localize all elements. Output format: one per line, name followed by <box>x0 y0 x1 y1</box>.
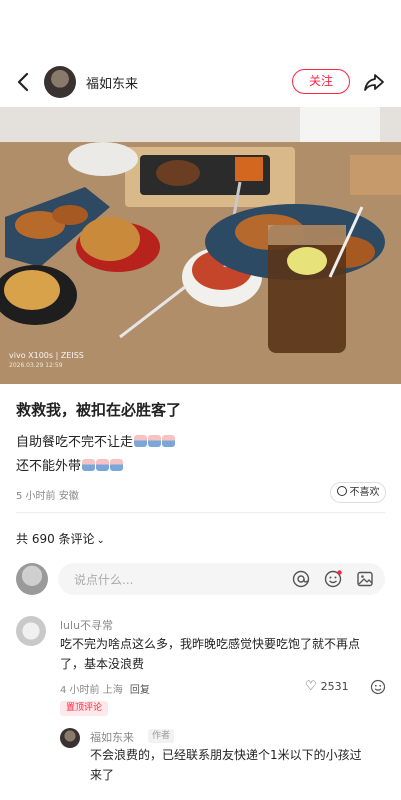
crying-emoji-icon <box>162 435 176 447</box>
reply-text: 不会浪费的，已经联系朋友快递个1米以下的小孩过 <box>90 748 362 762</box>
emoji-icon[interactable] <box>324 570 342 588</box>
dislike-button[interactable]: 不喜欢 <box>330 482 386 503</box>
post-body-line: 自助餐吃不完不让走 <box>16 431 176 450</box>
crying-emoji-icon <box>134 435 148 447</box>
my-avatar <box>16 563 48 595</box>
post-body-text: 还不能外带 <box>16 459 82 474</box>
back-arrow-icon[interactable] <box>14 70 34 94</box>
reply-author-avatar[interactable] <box>60 728 80 748</box>
crying-emoji-icon <box>148 435 162 447</box>
comment-time: 4 小时前 <box>60 685 100 696</box>
divider <box>16 512 385 513</box>
frown-icon <box>336 486 347 496</box>
commenter-avatar[interactable] <box>16 616 46 646</box>
post-photo[interactable]: vivo X100s | ZEISS 2026.03.29 12:59 <box>0 107 401 384</box>
post-body-line: 还不能外带 <box>16 455 124 474</box>
comment-input-placeholder: 说点什么... <box>74 573 134 587</box>
like-count: 2531 <box>320 680 349 693</box>
author-name[interactable]: 福如东来 <box>86 73 138 92</box>
heart-icon: ♡ <box>305 679 317 694</box>
post-body-text: 自助餐吃不完不让走 <box>16 435 134 450</box>
commenter-name[interactable]: lulu不寻常 <box>60 617 113 633</box>
comment-text: 了，基本没浪费 <box>60 657 145 671</box>
food-photo-illustration <box>0 107 401 384</box>
reply-text: 来了 <box>90 768 115 782</box>
post-header: 福如东来 关注 <box>0 58 401 106</box>
like-button[interactable]: ♡ 2531 <box>305 679 349 694</box>
author-tag: 作者 <box>148 729 175 743</box>
watermark-brand: vivo X100s | ZEISS <box>9 351 84 360</box>
comment-meta: 4 小时前 上海 回复 <box>60 681 150 696</box>
crying-emoji-icon <box>110 459 124 471</box>
reply-author-name[interactable]: 福如东来 <box>90 729 134 745</box>
watermark-time: 2026.03.29 12:59 <box>9 362 63 369</box>
mention-icon[interactable] <box>292 570 310 588</box>
author-avatar[interactable] <box>44 66 76 98</box>
share-icon[interactable] <box>362 70 386 94</box>
post-meta: 5 小时前 安徽 <box>16 487 79 502</box>
comment-location: 上海 <box>102 685 123 696</box>
dislike-label: 不喜欢 <box>349 487 380 498</box>
crying-emoji-icon <box>82 459 96 471</box>
post-time: 5 小时前 <box>16 491 56 502</box>
follow-button[interactable]: 关注 <box>292 69 350 94</box>
comment-count-label: 共 690 条评论 <box>16 532 95 546</box>
post-location: 安徽 <box>58 491 79 502</box>
chevron-down-icon: ⌄ <box>96 535 105 546</box>
comment-text: 吃不完为啥点这么多，我昨晚吃感觉快要吃饱了就不再点 <box>60 637 361 651</box>
image-icon[interactable] <box>356 570 374 588</box>
crying-emoji-icon <box>96 459 110 471</box>
post-title: 救救我，被扣在必胜客了 <box>16 401 182 419</box>
emoji-reaction-icon[interactable] <box>370 679 386 695</box>
reply-button[interactable]: 回复 <box>130 685 150 696</box>
camera-watermark: vivo X100s | ZEISS 2026.03.29 12:59 <box>9 351 84 371</box>
pinned-comment-badge: 置顶评论 <box>60 701 109 716</box>
comment-count[interactable]: 共 690 条评论 ⌄ <box>16 530 105 547</box>
